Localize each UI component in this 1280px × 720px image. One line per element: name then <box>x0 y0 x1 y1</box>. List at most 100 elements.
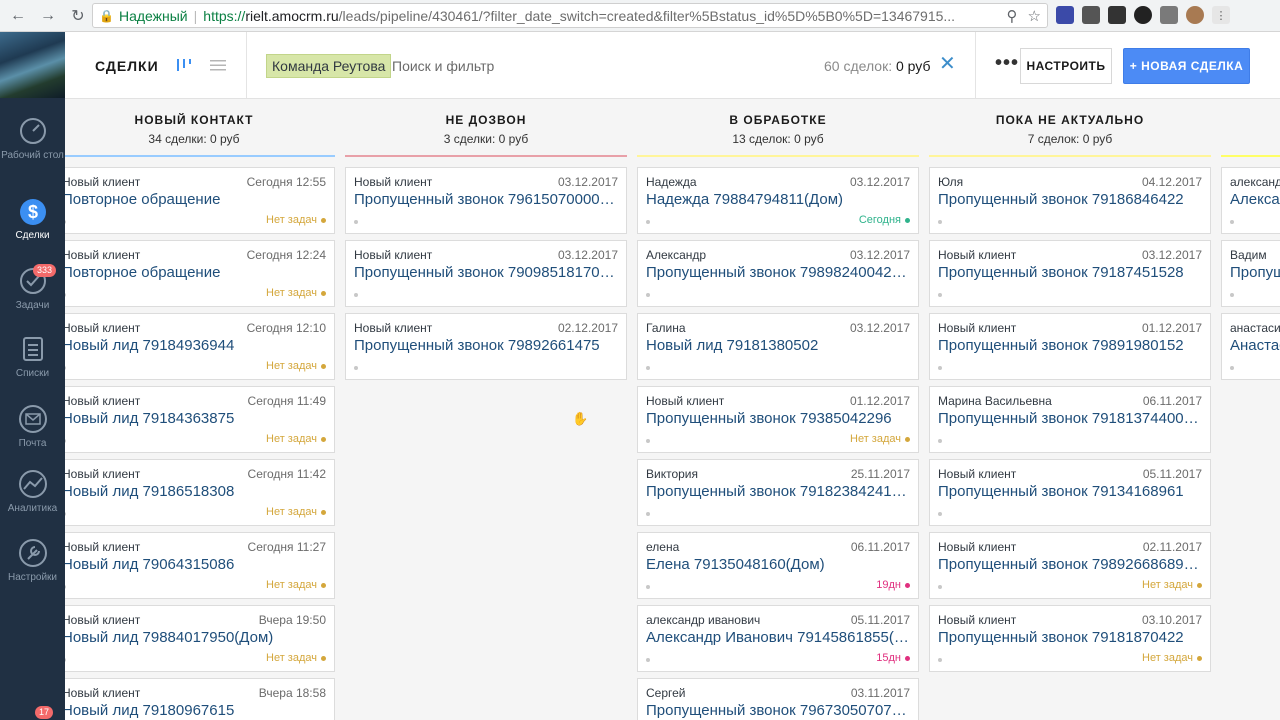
new-deal-button[interactable]: + НОВАЯ СДЕЛКА <box>1123 48 1250 84</box>
deal-card[interactable]: Новый клиент Сегодня 12:10 Новый лид 79184… <box>65 313 335 380</box>
search-input[interactable] <box>392 54 692 78</box>
list-view-icon[interactable] <box>209 56 227 74</box>
deal-card[interactable]: Новый клиент 03.10.2017 Пропущенный звонок… <box>929 605 1211 672</box>
card-contact[interactable]: Галина <box>646 321 686 335</box>
card-deal-name[interactable]: Пропущенный звонок 79182384241(Дом) <box>646 483 910 500</box>
card-deal-name[interactable]: Новый лид 79186518308 <box>65 483 326 500</box>
card-deal-name[interactable]: Новый лид 79184363875 <box>65 410 326 427</box>
card-contact[interactable]: Новый клиент <box>938 540 1016 554</box>
card-deal-name[interactable]: Пропущенный звонок 79892668689(Дом) <box>938 556 1202 573</box>
card-contact[interactable]: александр <box>1230 175 1280 189</box>
deal-card[interactable]: Юля 04.12.2017 Пропущенный звонок 79186846… <box>929 167 1211 234</box>
card-deal-name[interactable]: Пропущенный звонок 79181870422 <box>938 629 1202 646</box>
deal-card[interactable]: Вадим Пропущенный звонок <box>1221 240 1280 307</box>
deal-card[interactable]: Новый клиент 03.12.2017 Пропущенный звонок… <box>345 240 627 307</box>
back-icon[interactable]: ← <box>6 4 30 28</box>
deal-card[interactable]: анастасия Анастасия <box>1221 313 1280 380</box>
card-contact[interactable]: Марина Васильевна <box>938 394 1052 408</box>
card-deal-name[interactable]: Александр Иванович 79145861855(Дом) <box>646 629 910 646</box>
card-task-status[interactable]: Нет задач <box>266 287 326 299</box>
pipeline-view-icon[interactable] <box>175 56 193 74</box>
card-deal-name[interactable]: Новый лид 79180967615 <box>65 702 326 719</box>
card-contact[interactable]: анастасия <box>1230 321 1280 335</box>
deal-card[interactable]: Новый клиент Вчера 19:50 Новый лид 7988401… <box>65 605 335 672</box>
extension-icon-3[interactable] <box>1108 6 1126 24</box>
deal-card[interactable]: александр иванович 05.11.2017 Александр Ив… <box>637 605 919 672</box>
extension-icon-5[interactable] <box>1160 6 1178 24</box>
forward-icon[interactable]: → <box>36 4 60 28</box>
card-contact[interactable]: Новый клиент <box>646 394 724 408</box>
card-deal-name[interactable]: Пропущенный звонок 79187451528 <box>938 264 1202 281</box>
card-task-status[interactable]: Нет задач <box>266 579 326 591</box>
card-task-status[interactable]: 19дн <box>876 579 910 591</box>
card-task-status[interactable]: Нет задач <box>266 360 326 372</box>
card-deal-name[interactable]: Пропущенный звонок 79898240042(Дом) <box>646 264 910 281</box>
card-contact[interactable]: Сергей <box>646 686 686 700</box>
card-task-status[interactable]: Нет задач <box>266 652 326 664</box>
deal-card[interactable]: Марина Васильевна 06.11.2017 Пропущенный з… <box>929 386 1211 453</box>
card-contact[interactable]: александр иванович <box>646 613 760 627</box>
deal-card[interactable]: Новый клиент 03.12.2017 Пропущенный звонок… <box>929 240 1211 307</box>
profile-avatar-icon[interactable] <box>1186 6 1204 24</box>
deal-card[interactable]: Новый клиент 01.12.2017 Пропущенный звонок… <box>929 313 1211 380</box>
card-task-status[interactable]: Нет задач <box>1142 579 1202 591</box>
card-contact[interactable]: Новый клиент <box>938 467 1016 481</box>
card-contact[interactable]: Виктория <box>646 467 698 481</box>
card-deal-name[interactable]: Пропущенный звонок <box>1230 264 1280 281</box>
filter-tag[interactable]: Команда Реутова <box>266 54 392 78</box>
deal-card[interactable]: елена 06.11.2017 Елена 79135048160(Дом) 19д… <box>637 532 919 599</box>
bookmark-star-icon[interactable]: ☆ <box>1028 7 1041 25</box>
nav-analytics[interactable]: Аналитика <box>0 469 65 515</box>
card-contact[interactable]: Новый клиент <box>354 248 432 262</box>
card-contact[interactable]: Надежда <box>646 175 697 189</box>
card-contact[interactable]: Александр <box>646 248 706 262</box>
card-deal-name[interactable]: Александр <box>1230 191 1280 208</box>
card-contact[interactable]: Новый клиент <box>65 175 140 189</box>
card-deal-name[interactable]: Пропущенный звонок 79615070000(Дом) <box>354 191 618 208</box>
deal-card[interactable]: Новый клиент 02.11.2017 Пропущенный звонок… <box>929 532 1211 599</box>
deal-card[interactable]: Новый клиент Сегодня 12:55 Повторное обращ… <box>65 167 335 234</box>
card-deal-name[interactable]: Елена 79135048160(Дом) <box>646 556 910 573</box>
card-contact[interactable]: Новый клиент <box>65 321 140 335</box>
card-contact[interactable]: Новый клиент <box>65 467 140 481</box>
card-contact[interactable]: Новый клиент <box>354 321 432 335</box>
card-deal-name[interactable]: Анастасия <box>1230 337 1280 354</box>
reload-icon[interactable]: ↻ <box>66 4 90 28</box>
nav-dashboard[interactable]: Рабочий стол <box>0 116 65 162</box>
card-deal-name[interactable]: Пропущенный звонок 79181374400(Дом) <box>938 410 1202 427</box>
extension-icon-1[interactable] <box>1056 6 1074 24</box>
column-header[interactable]: НОВЫЙ КОНТАКТ 34 сделки: 0 руб <box>65 99 335 157</box>
card-contact[interactable]: Новый клиент <box>938 248 1016 262</box>
card-task-status[interactable]: Нет задач <box>850 433 910 445</box>
address-bar[interactable]: 🔒 Надежный | https:// rielt.amocrm.ru /l… <box>92 3 1048 28</box>
card-task-status[interactable]: Нет задач <box>1142 652 1202 664</box>
deal-card[interactable]: Новый клиент 03.12.2017 Пропущенный звонок… <box>345 167 627 234</box>
deal-card[interactable]: Новый клиент 01.12.2017 Пропущенный звонок… <box>637 386 919 453</box>
menu-icon[interactable]: ⋮ <box>1212 6 1230 24</box>
deal-card[interactable]: Александр 03.12.2017 Пропущенный звонок 79… <box>637 240 919 307</box>
card-contact[interactable]: Новый клиент <box>938 613 1016 627</box>
clear-filter-icon[interactable]: ✕ <box>939 54 956 74</box>
card-deal-name[interactable]: Новый лид 79181380502 <box>646 337 910 354</box>
card-contact[interactable]: Новый клиент <box>65 394 140 408</box>
account-logo[interactable] <box>0 32 65 98</box>
card-contact[interactable]: Новый клиент <box>65 686 140 700</box>
deal-card[interactable]: Виктория 25.11.2017 Пропущенный звонок 791… <box>637 459 919 526</box>
extension-icon-4[interactable] <box>1134 6 1152 24</box>
card-contact[interactable]: Юля <box>938 175 963 189</box>
deal-card[interactable]: Новый клиент 02.12.2017 Пропущенный звонок… <box>345 313 627 380</box>
card-deal-name[interactable]: Повторное обращение <box>65 264 326 281</box>
deal-card[interactable]: Новый клиент Сегодня 11:27 Новый лид 79064… <box>65 532 335 599</box>
card-task-status[interactable]: Нет задач <box>266 433 326 445</box>
card-contact[interactable]: Новый клиент <box>354 175 432 189</box>
column-header[interactable] <box>1221 99 1280 157</box>
setup-button[interactable]: НАСТРОИТЬ <box>1020 48 1112 84</box>
deal-card[interactable]: Надежда 03.12.2017 Надежда 79884794811(Дом… <box>637 167 919 234</box>
card-deal-name[interactable]: Новый лид 79884017950(Дом) <box>65 629 326 646</box>
card-deal-name[interactable]: Пропущенный звонок 79134168961 <box>938 483 1202 500</box>
card-contact[interactable]: елена <box>646 540 679 554</box>
nav-settings[interactable]: Настройки <box>0 538 65 584</box>
deal-card[interactable]: Новый клиент Сегодня 12:24 Повторное обращ… <box>65 240 335 307</box>
card-deal-name[interactable]: Надежда 79884794811(Дом) <box>646 191 910 208</box>
column-header[interactable]: В ОБРАБОТКЕ 13 сделок: 0 руб <box>637 99 919 157</box>
